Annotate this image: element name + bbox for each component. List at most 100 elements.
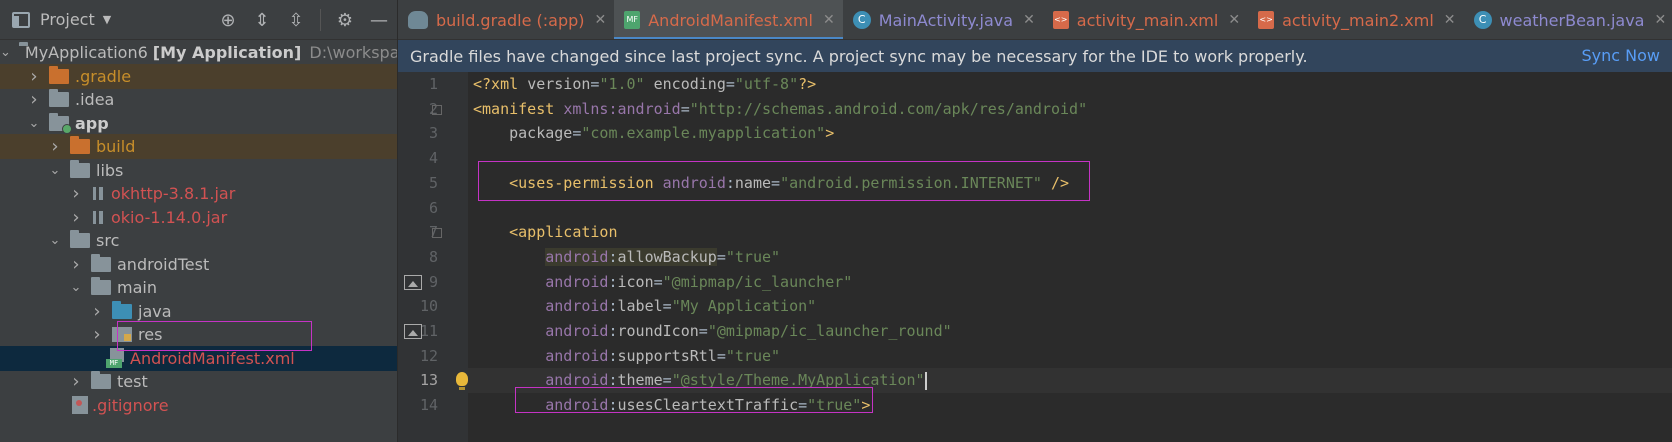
folder-icon: [70, 230, 90, 248]
layout-xml-icon: <>: [1052, 11, 1069, 29]
tree-item[interactable]: ⌄ src: [0, 228, 397, 253]
tree-item-label: src: [96, 231, 120, 250]
chevron-right-icon[interactable]: ›: [90, 301, 104, 322]
excluded-folder-icon: [49, 65, 69, 84]
tree-item[interactable]: › okhttp-3.8.1.jar: [0, 181, 397, 206]
line-number: 12: [419, 346, 438, 365]
gitignore-file-icon: [72, 396, 88, 414]
line-number: 5: [428, 173, 438, 192]
fold-marker-icon[interactable]: [432, 104, 442, 115]
gradle-sync-notification: Gradle files have changed since last pro…: [398, 40, 1672, 72]
chevron-right-icon[interactable]: ›: [69, 371, 83, 392]
chevron-down-icon[interactable]: ⌄: [27, 116, 41, 131]
chevron-right-icon[interactable]: ›: [69, 254, 83, 275]
tree-item[interactable]: › .idea: [0, 87, 397, 112]
tree-item[interactable]: ⌄ MyApplication6 [My Application] D:\worksp…: [0, 40, 397, 65]
tree-item[interactable]: .gitignore: [0, 393, 397, 418]
tab-label: activity_main2.xml: [1282, 10, 1434, 30]
close-icon[interactable]: ✕: [823, 12, 835, 28]
project-toolbar: ⊕ ⇕ ⇳ ⚙ —: [218, 0, 389, 40]
tree-item-label: libs: [96, 160, 124, 180]
code-line[interactable]: <?xml version="1.0" encoding="utf-8"?>: [473, 72, 816, 97]
chevron-down-icon[interactable]: ▼: [103, 13, 111, 26]
line-number: 14: [419, 396, 438, 415]
project-view-icon: [12, 11, 30, 28]
chevron-right-icon[interactable]: ›: [69, 207, 83, 228]
code-line[interactable]: package="com.example.myapplication">: [473, 121, 834, 146]
lightbulb-icon[interactable]: [456, 372, 468, 391]
sync-now-link[interactable]: Sync Now: [1582, 40, 1661, 72]
folder-icon: [70, 159, 90, 178]
toolbar-divider: [320, 9, 321, 31]
code-line[interactable]: android:allowBackup="true": [473, 245, 780, 270]
tree-item[interactable]: › okio-1.14.0.jar: [0, 205, 397, 230]
editor-tab[interactable]: CweatherBean.java ✕: [1464, 0, 1672, 39]
tab-label: weatherBean.java: [1499, 10, 1645, 30]
editor-tab[interactable]: MF AndroidManifest.xml ✕: [614, 0, 844, 39]
editor-tab[interactable]: build.gradle (:app) ✕: [398, 0, 614, 39]
close-icon[interactable]: ✕: [1023, 12, 1035, 28]
chevron-down-icon[interactable]: ⌄: [48, 163, 62, 178]
chevron-right-icon[interactable]: ›: [48, 136, 62, 157]
locate-icon[interactable]: ⊕: [218, 10, 238, 31]
code-editor[interactable]: 1 2 3 4 5 6 7 8 9 10 11 12 13 14 <?xml version="1.0" …: [398, 72, 1672, 442]
code-line[interactable]: android:icon="@mipmap/ic_launcher": [473, 270, 852, 295]
source-folder-icon: [112, 300, 132, 319]
close-icon[interactable]: ✕: [1444, 12, 1456, 28]
line-number: 3: [428, 124, 438, 143]
code-line[interactable]: android:label="My Application": [473, 294, 816, 319]
image-preview-icon[interactable]: [404, 274, 422, 290]
excluded-folder-icon: [70, 136, 90, 154]
code-line[interactable]: <manifest xmlns:android="http://schemas.…: [473, 97, 1087, 122]
tree-item[interactable]: ⌄ libs: [0, 158, 397, 183]
text-caret: [924, 371, 927, 390]
notification-message: Gradle files have changed since last pro…: [410, 46, 1308, 66]
chevron-down-icon[interactable]: ⌄: [69, 280, 83, 295]
code-line[interactable]: android:roundIcon="@mipmap/ic_launcher_r…: [473, 319, 951, 344]
fold-marker-icon[interactable]: [432, 228, 442, 239]
tab-label: build.gradle (:app): [436, 10, 585, 30]
close-icon[interactable]: ✕: [1654, 12, 1666, 28]
tree-item[interactable]: › androidTest: [0, 252, 397, 277]
app-module-icon: [49, 112, 72, 134]
chevron-right-icon[interactable]: ›: [90, 324, 104, 345]
chevron-right-icon[interactable]: ›: [27, 89, 41, 110]
tree-item-label: build: [96, 137, 136, 156]
code-line[interactable]: <application: [473, 220, 617, 245]
chevron-down-icon[interactable]: ⌄: [48, 233, 62, 248]
project-panel: Project ▼ ⊕ ⇕ ⇳ ⚙ — ⌄ MyApplication6 [My A…: [0, 0, 397, 442]
tree-item-label: .gradle: [75, 66, 132, 86]
tree-item-label: MyApplication6: [24, 43, 148, 62]
tab-label: activity_main.xml: [1076, 10, 1219, 30]
editor-tab[interactable]: <> activity_main2.xml ✕: [1248, 0, 1463, 39]
folder-icon: [91, 371, 111, 389]
tree-item[interactable]: › java: [0, 299, 397, 324]
editor-gutter: 1 2 3 4 5 6 7 8 9 10 11 12 13 14: [398, 72, 468, 442]
editor-tab[interactable]: C MainActivity.java ✕: [843, 0, 1043, 39]
chevron-right-icon[interactable]: ›: [27, 66, 41, 87]
manifest-file-icon: MF: [106, 348, 126, 368]
tree-item[interactable]: ⌄ main: [0, 275, 397, 300]
chevron-right-icon[interactable]: ›: [69, 183, 83, 204]
chevron-down-icon[interactable]: ⌄: [0, 45, 11, 60]
project-view-selector[interactable]: Project: [40, 10, 95, 29]
line-number: 4: [428, 149, 438, 168]
minimize-icon[interactable]: —: [369, 10, 389, 31]
jar-icon: [91, 208, 105, 226]
tree-item-label: androidTest: [117, 254, 210, 274]
line-number: 13: [419, 371, 438, 390]
tree-item[interactable]: › test: [0, 369, 397, 394]
tree-item[interactable]: › build: [0, 134, 397, 159]
close-icon[interactable]: ✕: [1228, 12, 1240, 28]
editor-tab[interactable]: <> activity_main.xml ✕: [1043, 0, 1248, 39]
close-icon[interactable]: ✕: [595, 12, 607, 28]
code-line[interactable]: android:supportsRtl="true": [473, 344, 780, 369]
folder-icon: [91, 277, 111, 295]
expand-all-icon[interactable]: ⇕: [252, 10, 272, 31]
tree-item[interactable]: ⌄ app: [0, 111, 397, 136]
collapse-all-icon[interactable]: ⇳: [286, 10, 306, 31]
tree-item[interactable]: › .gradle: [0, 63, 397, 89]
gear-icon[interactable]: ⚙: [335, 10, 355, 31]
line-number: 6: [428, 198, 438, 217]
image-preview-icon[interactable]: [404, 324, 422, 339]
